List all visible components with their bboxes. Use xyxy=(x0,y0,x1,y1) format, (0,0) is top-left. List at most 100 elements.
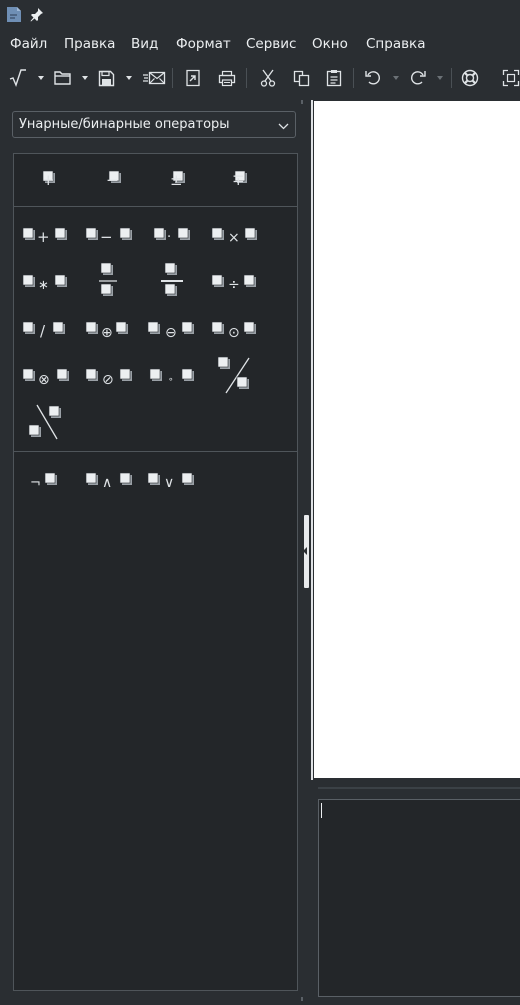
element-circled-slash[interactable]: ⊘ xyxy=(83,361,135,391)
cut-icon xyxy=(260,69,276,87)
element-unary-plus[interactable]: + xyxy=(25,164,77,194)
element-asterisk[interactable]: ∗ xyxy=(20,267,72,297)
export-pdf-button[interactable] xyxy=(183,66,203,90)
circled-dot-symbol: ⊙ xyxy=(228,325,240,341)
composition-symbol: ∘ xyxy=(168,375,174,385)
slash-symbol: / xyxy=(40,322,46,340)
elements-panel: + − ± ∓ + − · × ∗ ÷ / ⊕ ⊖ ⊙ ⊗ ⊘ ∘ ¬ ∧ ∨ xyxy=(13,153,298,991)
element-circled-plus[interactable]: ⊕ xyxy=(83,314,135,344)
chevron-down-icon xyxy=(82,76,88,80)
scroll-indicator xyxy=(301,100,303,104)
element-composition[interactable]: ∘ xyxy=(147,361,199,391)
minus-plus-symbol: ∓ xyxy=(232,171,245,189)
elements-category-select[interactable]: Унарные/бинарные операторы xyxy=(12,111,296,138)
menu-help[interactable]: Справка xyxy=(366,36,425,52)
element-fraction[interactable] xyxy=(83,260,135,302)
title-bar xyxy=(0,0,520,30)
redo-dropdown-arrow[interactable] xyxy=(436,66,444,90)
menu-tools[interactable]: Сервис xyxy=(246,36,296,52)
cut-button[interactable] xyxy=(258,66,278,90)
open-button[interactable] xyxy=(53,66,73,90)
circled-minus-symbol: ⊖ xyxy=(165,325,177,341)
chevron-down-icon xyxy=(126,76,132,80)
circled-times-symbol: ⊗ xyxy=(38,372,50,388)
toolbar-separator xyxy=(172,68,173,88)
menu-format[interactable]: Формат xyxy=(176,36,231,52)
menu-view[interactable]: Вид xyxy=(131,36,158,52)
element-divide[interactable]: ÷ xyxy=(209,267,261,297)
element-slash[interactable]: / xyxy=(20,314,72,344)
redo-button[interactable] xyxy=(407,66,427,90)
menu-bar: Файл Правка Вид Формат Сервис Окно Справ… xyxy=(0,30,520,58)
save-button[interactable] xyxy=(96,66,116,90)
element-subtract[interactable]: − xyxy=(83,220,135,250)
redo-icon xyxy=(409,70,426,86)
group-divider xyxy=(14,451,297,452)
menu-edit[interactable]: Правка xyxy=(64,36,115,52)
open-dropdown-arrow[interactable] xyxy=(81,66,89,90)
page-border xyxy=(311,100,313,780)
element-cross-multiply[interactable]: × xyxy=(209,220,261,250)
elements-category-value: Унарные/бинарные операторы xyxy=(19,117,230,132)
element-minus-plus[interactable]: ∓ xyxy=(215,164,267,194)
element-plus-minus[interactable]: ± xyxy=(153,164,205,194)
element-unary-minus[interactable]: − xyxy=(89,164,141,194)
asterisk-symbol: ∗ xyxy=(38,278,49,293)
undo-dropdown-arrow[interactable] xyxy=(392,66,400,90)
element-circled-minus[interactable]: ⊖ xyxy=(145,314,197,344)
logical-or-symbol: ∨ xyxy=(164,475,174,491)
element-wide-slash[interactable] xyxy=(209,354,261,396)
new-dropdown-arrow[interactable] xyxy=(37,66,45,90)
save-icon xyxy=(98,70,115,87)
menu-window[interactable]: Окно xyxy=(312,36,348,52)
text-cursor xyxy=(321,803,322,818)
export-pdf-icon xyxy=(184,69,202,87)
circled-slash-symbol: ⊘ xyxy=(102,372,114,388)
scroll-indicator xyxy=(301,997,303,1001)
undo-button[interactable] xyxy=(363,66,383,90)
zoom-button[interactable] xyxy=(502,66,520,90)
email-button[interactable] xyxy=(142,66,166,90)
help-lifebuoy-icon xyxy=(461,69,479,87)
collapse-arrow-icon[interactable] xyxy=(303,547,307,555)
element-dot-multiply[interactable]: · xyxy=(151,220,203,250)
chevron-down-icon xyxy=(278,119,289,134)
element-wide-backslash[interactable] xyxy=(25,402,77,444)
plus-minus-symbol: ± xyxy=(170,171,183,189)
unary-plus-symbol: + xyxy=(42,171,55,189)
email-icon xyxy=(142,70,166,86)
copy-button[interactable] xyxy=(291,66,311,90)
cross-multiply-symbol: × xyxy=(228,230,240,246)
view-command-splitter[interactable] xyxy=(310,782,520,796)
element-wide-fraction[interactable] xyxy=(147,260,199,302)
logical-not-symbol: ¬ xyxy=(30,476,41,491)
formula-sqrt-icon xyxy=(9,69,27,87)
help-button[interactable] xyxy=(460,66,480,90)
element-logical-or[interactable]: ∨ xyxy=(145,465,197,495)
print-icon xyxy=(218,70,236,87)
add-symbol: + xyxy=(37,228,50,246)
formula-command-editor[interactable] xyxy=(318,799,520,997)
chevron-down-icon xyxy=(437,76,443,80)
element-logical-and[interactable]: ∧ xyxy=(83,465,135,495)
undo-icon xyxy=(364,70,382,86)
pin-icon[interactable] xyxy=(29,6,45,22)
element-circled-times[interactable]: ⊗ xyxy=(20,361,72,391)
formula-sqrt-button[interactable] xyxy=(8,66,28,90)
save-dropdown-arrow[interactable] xyxy=(125,66,133,90)
chevron-down-icon xyxy=(38,76,44,80)
app-document-icon xyxy=(6,6,22,23)
print-button[interactable] xyxy=(217,66,237,90)
dot-multiply-symbol: · xyxy=(167,230,171,245)
divide-symbol: ÷ xyxy=(228,277,240,293)
element-logical-not[interactable]: ¬ xyxy=(25,465,77,495)
paste-button[interactable] xyxy=(324,66,344,90)
formula-document-page[interactable] xyxy=(314,101,520,778)
paste-icon xyxy=(326,69,342,87)
element-circled-dot[interactable]: ⊙ xyxy=(209,314,261,344)
copy-icon xyxy=(293,70,310,87)
menu-file[interactable]: Файл xyxy=(10,36,47,52)
logical-and-symbol: ∧ xyxy=(102,475,112,491)
toolbar-separator xyxy=(246,68,247,88)
element-add[interactable]: + xyxy=(20,220,72,250)
